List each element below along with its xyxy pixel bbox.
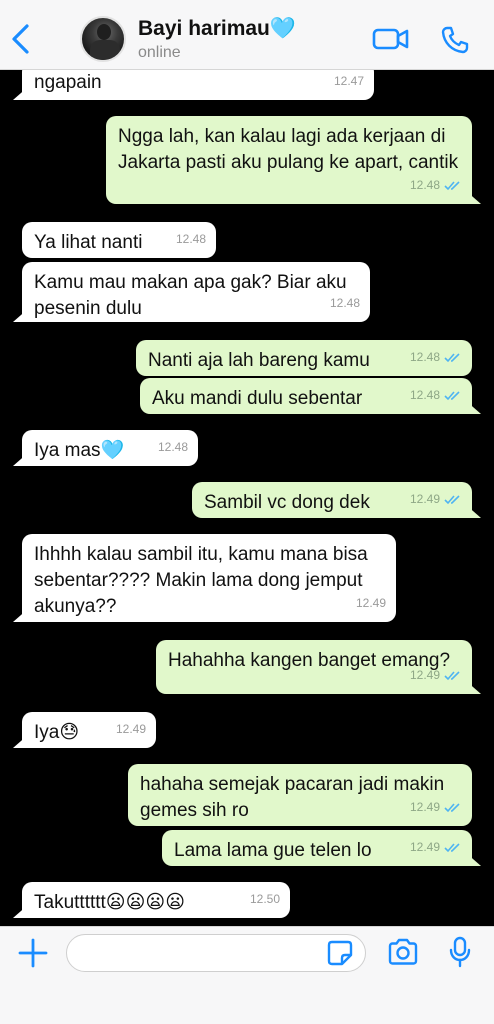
message-bubble-incoming[interactable]: ngapain 12.47	[22, 70, 374, 100]
message-time-text: 12.49	[115, 722, 146, 736]
message-text: Kamu mau makan apa gak? Biar aku pesenin…	[34, 272, 347, 319]
double-check-icon	[444, 802, 460, 812]
message-time-text: 12.50	[249, 892, 280, 906]
message-time-text: 12.49	[409, 800, 440, 814]
message-bubble-outgoing[interactable]: Nanti aja lah bareng kamu 12.48	[136, 340, 472, 376]
message-text: Ngga lah, kan kalau lagi ada kerjaan di …	[118, 126, 459, 173]
message-bubble-incoming[interactable]: Iya mas🩵 12.48	[22, 430, 198, 466]
message-bubble-incoming[interactable]: Ya lihat nanti 12.48	[22, 222, 216, 258]
chevron-left-icon[interactable]	[8, 22, 34, 56]
message-time: 12.50	[250, 886, 280, 912]
double-check-icon	[444, 352, 460, 362]
message-text: Ihhhh kalau sambil itu, kamu mana bisa s…	[34, 544, 368, 617]
message-bubble-outgoing[interactable]: Aku mandi dulu sebentar 12.48	[140, 378, 472, 414]
message-time: 12.48	[410, 172, 462, 198]
message-time: 12.48	[410, 344, 462, 370]
message-bubble-incoming[interactable]: Iya😓 12.49	[22, 712, 156, 748]
contact-name-text: Bayi harimau	[138, 17, 270, 40]
message-text: Takutttttt😦😦😦😦	[34, 892, 186, 913]
message-time-text: 12.48	[175, 232, 206, 246]
contact-name-emoji: 🩵	[269, 17, 297, 40]
message-time-text: 12.49	[409, 840, 440, 854]
message-time: 12.48	[330, 290, 360, 316]
message-time-text: 12.49	[409, 668, 440, 682]
message-bubble-outgoing[interactable]: Lama lama gue telen lo 12.49	[162, 830, 472, 866]
message-time-text: 12.49	[409, 492, 440, 506]
message-time-text: 12.48	[409, 350, 440, 364]
sticker-icon[interactable]	[327, 940, 353, 966]
chat-header: Bayi harimau🩵 online	[0, 0, 494, 70]
message-time: 12.49	[410, 662, 462, 688]
double-check-icon	[444, 670, 460, 680]
message-list[interactable]: ngapain 12.47 Ngga lah, kan kalau lagi a…	[0, 70, 494, 926]
message-time-text: 12.48	[409, 178, 440, 192]
message-time-text: 12.48	[329, 296, 360, 310]
message-bubble-incoming[interactable]: Kamu mau makan apa gak? Biar aku pesenin…	[22, 262, 370, 322]
message-time: 12.48	[410, 382, 462, 408]
message-time: 12.48	[176, 226, 206, 252]
message-time: 12.49	[410, 794, 462, 820]
message-input[interactable]	[66, 934, 366, 972]
video-camera-icon[interactable]	[372, 26, 410, 52]
message-time-text: 12.49	[355, 596, 386, 610]
contact-name[interactable]: Bayi harimau🩵	[138, 17, 296, 41]
message-time-text: 12.48	[157, 440, 188, 454]
double-check-icon	[444, 494, 460, 504]
message-time: 12.49	[116, 716, 146, 742]
message-time: 12.49	[410, 834, 462, 860]
message-time-text: 12.47	[333, 74, 364, 88]
message-bubble-outgoing[interactable]: Sambil vc dong dek 12.49	[192, 482, 472, 518]
contact-status: online	[138, 44, 181, 61]
message-bubble-outgoing[interactable]: Ngga lah, kan kalau lagi ada kerjaan di …	[106, 116, 472, 204]
double-check-icon	[444, 180, 460, 190]
message-bubble-incoming[interactable]: Ihhhh kalau sambil itu, kamu mana bisa s…	[22, 534, 396, 622]
message-time-text: 12.48	[409, 388, 440, 402]
message-time: 12.47	[334, 70, 364, 94]
message-bubble-outgoing[interactable]: hahaha semejak pacaran jadi makin gemes …	[128, 764, 472, 826]
microphone-icon[interactable]	[448, 936, 472, 968]
phone-icon[interactable]	[440, 25, 470, 55]
camera-icon[interactable]	[387, 938, 419, 966]
double-check-icon	[444, 842, 460, 852]
message-time: 12.48	[158, 434, 188, 460]
message-time: 12.49	[356, 590, 386, 616]
message-bubble-incoming[interactable]: Takutttttt😦😦😦😦 12.50	[22, 882, 290, 918]
message-text: ngapain	[34, 72, 102, 93]
message-bubble-outgoing[interactable]: Hahahha kangen banget emang? 12.49	[156, 640, 472, 694]
plus-icon[interactable]	[18, 938, 48, 968]
double-check-icon	[444, 390, 460, 400]
message-time: 12.49	[410, 486, 462, 512]
avatar[interactable]	[80, 16, 126, 62]
